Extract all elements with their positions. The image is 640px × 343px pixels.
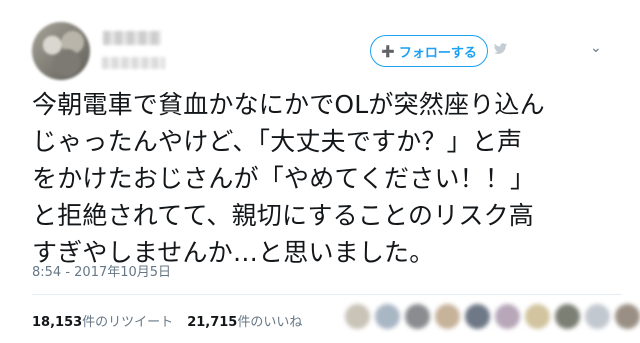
follow-button[interactable]: ➕ フォローする — [370, 35, 488, 67]
chevron-down-icon[interactable]: ⌄ — [590, 40, 602, 56]
liker-avatar[interactable] — [615, 304, 640, 329]
liker-avatar[interactable] — [555, 304, 580, 329]
liker-avatar[interactable] — [495, 304, 520, 329]
liker-avatars — [345, 304, 640, 329]
liker-avatar[interactable] — [465, 304, 490, 329]
retweet-label: 件のリツイート — [82, 315, 174, 330]
liker-avatar[interactable] — [525, 304, 550, 329]
liker-avatar[interactable] — [345, 304, 370, 329]
follow-button-label: フォローする — [398, 45, 477, 61]
tweet-stats: 18,153件のリツイート 21,715件のいいね — [32, 311, 302, 330]
liker-avatar[interactable] — [435, 304, 460, 329]
tweet-text: 今朝電車で貧血かなにかでOLが突然座り込ん じゃったんやけど、「大丈夫ですか？」… — [32, 90, 545, 267]
like-label: 件のいいね — [237, 315, 303, 330]
retweet-count: 18,153 — [32, 315, 83, 330]
liker-avatar[interactable] — [375, 304, 400, 329]
like-count: 21,715 — [187, 315, 238, 330]
retweet-stat[interactable]: 18,153件のリツイート — [32, 311, 173, 330]
divider — [32, 294, 622, 295]
user-avatar[interactable] — [32, 22, 90, 80]
like-stat[interactable]: 21,715件のいいね — [187, 311, 302, 330]
user-display-name[interactable] — [103, 31, 161, 45]
add-user-icon: ➕ — [381, 44, 395, 58]
twitter-bird-icon — [493, 43, 508, 54]
liker-avatar[interactable] — [585, 304, 610, 329]
liker-avatar[interactable] — [405, 304, 430, 329]
user-handle[interactable] — [102, 57, 165, 69]
tweet-timestamp[interactable]: 8:54 - 2017年10月5日 — [32, 261, 171, 280]
